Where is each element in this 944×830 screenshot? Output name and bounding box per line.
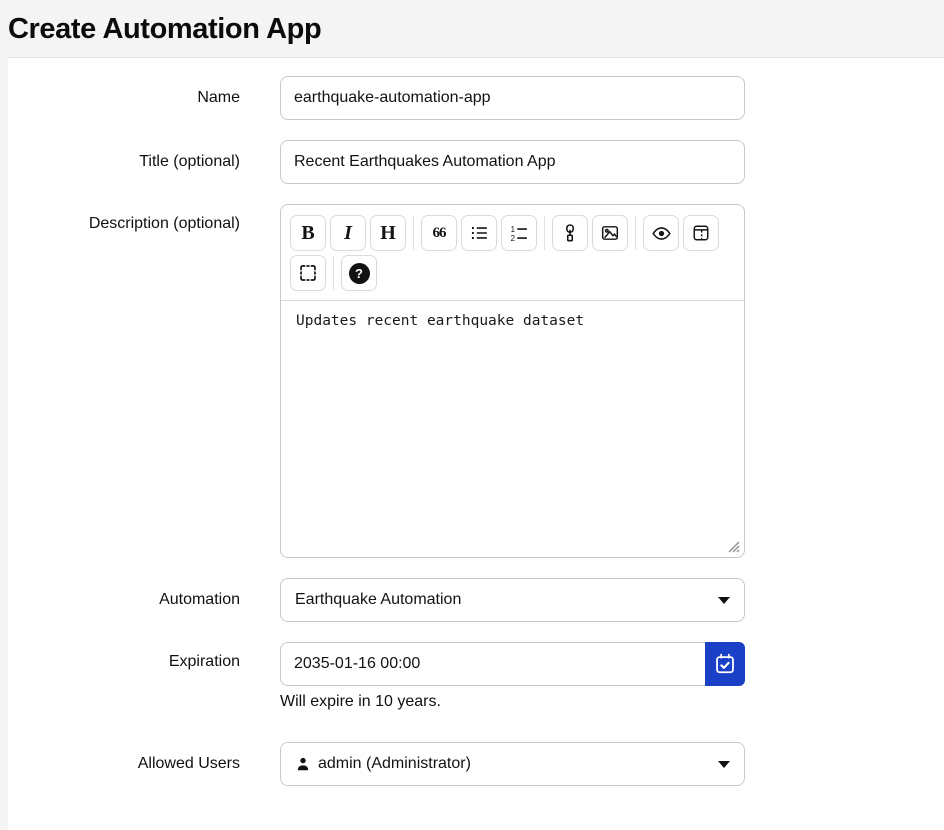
expiration-help-text: Will expire in 10 years.: [280, 693, 745, 711]
chevron-down-icon: [718, 597, 730, 604]
editor-toolbar: B I H 66: [281, 205, 744, 300]
description-label: Description (optional): [8, 204, 240, 233]
unordered-list-button[interactable]: [461, 215, 497, 251]
guide-button[interactable]: ?: [341, 255, 377, 291]
bold-button[interactable]: B: [290, 215, 326, 251]
bold-icon: B: [301, 223, 314, 243]
columns-icon: [692, 224, 710, 242]
allowed-users-row: Allowed Users admin (Administrator): [8, 742, 944, 786]
svg-text:2: 2: [511, 234, 515, 242]
person-icon: [295, 756, 311, 772]
quote-icon: 66: [433, 226, 446, 241]
automation-select[interactable]: Earthquake Automation: [280, 578, 745, 622]
automation-label: Automation: [8, 591, 240, 609]
expiration-input[interactable]: [280, 642, 705, 686]
fullscreen-button[interactable]: [290, 255, 326, 291]
editor-body: Updates recent earthquake dataset: [281, 300, 744, 557]
italic-icon: I: [344, 223, 352, 243]
quote-button[interactable]: 66: [421, 215, 457, 251]
toolbar-separator: [413, 216, 414, 250]
description-row: Description (optional) B I H: [8, 204, 944, 558]
expiration-label: Expiration: [8, 642, 240, 671]
title-label: Title (optional): [8, 153, 240, 171]
name-input[interactable]: [280, 76, 745, 120]
toolbar-separator: [635, 216, 636, 250]
resize-handle-icon[interactable]: [726, 539, 740, 553]
toolbar-separator: [333, 256, 334, 290]
link-button[interactable]: [552, 215, 588, 251]
ordered-list-button[interactable]: 1 2: [501, 215, 537, 251]
preview-button[interactable]: [643, 215, 679, 251]
image-button[interactable]: [592, 215, 628, 251]
allowed-users-select[interactable]: admin (Administrator): [280, 742, 745, 786]
title-input[interactable]: [280, 140, 745, 184]
name-label: Name: [8, 89, 240, 107]
toolbar-separator: [544, 216, 545, 250]
fullscreen-icon: [299, 264, 317, 282]
expiration-input-group: [280, 642, 745, 686]
image-icon: [601, 224, 619, 242]
side-by-side-button[interactable]: [683, 215, 719, 251]
heading-icon: H: [380, 223, 396, 243]
allowed-users-label: Allowed Users: [8, 755, 240, 773]
chevron-down-icon: [718, 761, 730, 768]
form-card: Name Title (optional) Description (optio…: [8, 57, 944, 830]
eye-icon: [652, 224, 671, 243]
description-textarea[interactable]: Updates recent earthquake dataset: [281, 301, 744, 557]
unordered-list-icon: [470, 224, 488, 242]
italic-button[interactable]: I: [330, 215, 366, 251]
automation-row: Automation Earthquake Automation: [8, 578, 944, 622]
allowed-users-selected-value: admin (Administrator): [318, 755, 471, 773]
name-row: Name: [8, 76, 944, 120]
calendar-check-icon: [714, 653, 736, 675]
page-title: Create Automation App: [0, 0, 944, 57]
question-icon: ?: [349, 263, 370, 284]
expiration-row: Expiration Will expire in 10 years.: [8, 642, 944, 711]
heading-button[interactable]: H: [370, 215, 406, 251]
svg-text:1: 1: [511, 225, 515, 234]
title-row: Title (optional): [8, 140, 944, 184]
automation-selected-value: Earthquake Automation: [295, 591, 461, 609]
link-icon: [561, 224, 579, 242]
ordered-list-icon: 1 2: [510, 224, 528, 242]
markdown-editor: B I H 66: [280, 204, 745, 558]
date-picker-button[interactable]: [705, 642, 745, 686]
